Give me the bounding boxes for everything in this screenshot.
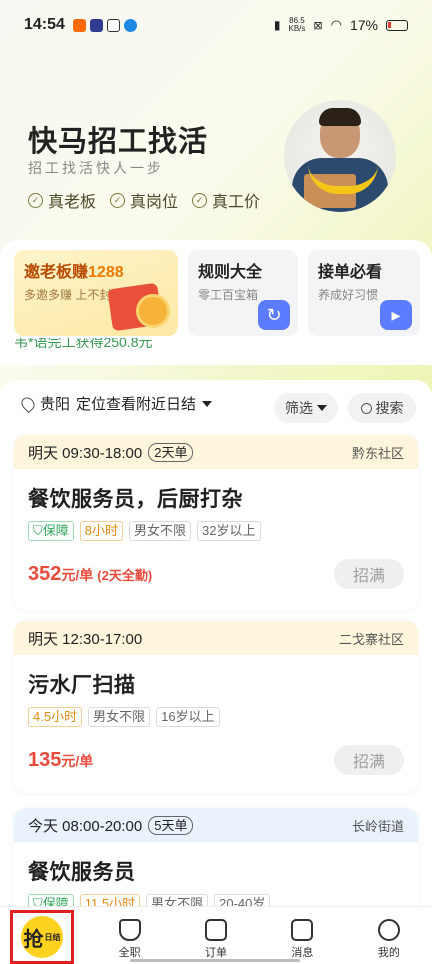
app-slogan: 招工找活快人一步: [28, 160, 164, 176]
job-footer: 135元/单 招满: [14, 745, 418, 775]
tab-mine[interactable]: 我的: [346, 907, 432, 964]
job-area: 黔东社区: [351, 445, 404, 461]
coin-icon: [136, 294, 170, 328]
search-icon: [360, 402, 372, 414]
invite-boss-card[interactable]: 邀老板赚1288 多邀多赚 上不封顶: [14, 250, 178, 336]
refresh-icon: ↻: [258, 300, 290, 330]
job-title: 餐饮服务员: [28, 861, 136, 884]
tab-grab-daily[interactable]: 抢日结: [10, 910, 74, 964]
guide-title: 接单必看: [318, 264, 383, 281]
search-button[interactable]: 搜索: [348, 393, 416, 423]
app-title: 快马招工找活: [28, 126, 209, 158]
gender-tag: 男女不限: [129, 521, 192, 541]
status-time: 14:54: [24, 16, 65, 33]
job-schedule: 明天 09:30-18:00 2天单 黔东社区: [14, 435, 418, 469]
smile-icon: [377, 919, 400, 941]
guide-card[interactable]: 接单必看 养成好习惯 ▸: [308, 250, 420, 336]
invite-title: 邀老板赚: [24, 264, 89, 281]
grab-icon: 抢日结: [21, 916, 63, 958]
earnings-ticker: 韦*语完工获得250.8元: [14, 338, 153, 350]
job-area: 二戈寨社区: [338, 631, 404, 647]
trust-tag: ✓ 真岗位: [110, 188, 178, 212]
tab-messages[interactable]: 消息: [259, 907, 345, 964]
chat-icon: [291, 919, 314, 941]
chat-notify-icon: [123, 18, 137, 32]
trust-tag: ✓ 真工价: [192, 188, 260, 212]
rules-card[interactable]: 规则大全 零工百宝箱 ↻: [188, 250, 298, 336]
gender-tag: 男女不限: [88, 707, 151, 727]
battery-icon: [386, 19, 408, 31]
days-badge: 2天单: [148, 442, 194, 462]
no-sim-icon: ⊠: [313, 19, 323, 32]
document-icon: [205, 919, 228, 941]
status-bar: 14:54 ▮ 86.5 KB/s ⊠ ◠ 17%: [0, 0, 432, 50]
worker-mascot-image: [284, 100, 396, 212]
job-area: 长岭街道: [351, 818, 404, 834]
job-tags: ⛉保障 8小时 男女不限 32岁以上: [14, 513, 418, 541]
location-hint: 定位查看附近日结: [76, 396, 197, 413]
job-price: 135元/单: [28, 748, 94, 771]
location-pin-icon: [18, 394, 38, 413]
battery-percent: 17%: [349, 17, 378, 33]
tie-icon: [118, 919, 141, 941]
app-notify-icon: [72, 18, 86, 32]
hours-tag: 8小时: [79, 521, 124, 541]
check-icon: ✓: [192, 192, 208, 208]
network-speed: 86.5 KB/s: [288, 16, 306, 33]
caret-down-icon: [317, 405, 327, 411]
job-tags: 4.5小时 男女不限 16岁以上: [14, 699, 418, 727]
trust-tags: ✓ 真老板 ✓ 真岗位 ✓ 真工价: [28, 188, 260, 212]
home-indicator[interactable]: [130, 959, 300, 962]
job-card[interactable]: 今天 08:00-20:00 5天单 长岭街道 餐饮服务员 ⛉保障 11.5小时 …: [14, 808, 418, 918]
wifi-icon: ◠: [330, 17, 342, 32]
invite-amount: 1288: [88, 264, 124, 281]
age-tag: 32岁以上: [197, 521, 261, 541]
vibrate-icon: ▮: [273, 18, 281, 32]
guarantee-tag: ⛉保障: [28, 521, 74, 541]
video-icon: ▸: [380, 300, 412, 330]
job-schedule: 今天 08:00-20:00 5天单 长岭街道: [14, 808, 418, 842]
check-icon: ✓: [28, 192, 43, 208]
rules-title: 规则大全: [198, 264, 263, 281]
trust-tag: ✓ 真老板: [28, 188, 96, 212]
job-card[interactable]: 明天 09:30-18:00 2天单 黔东社区 餐饮服务员，后厨打杂 ⛉保障 8小…: [14, 435, 418, 611]
job-title: 餐饮服务员，后厨打杂: [28, 488, 243, 511]
tab-fulltime[interactable]: 全职: [86, 907, 172, 964]
location-selector[interactable]: 贵阳 定位查看附近日结: [18, 393, 213, 414]
job-card[interactable]: 明天 12:30-17:00 二戈寨社区 污水厂扫描 4.5小时 男女不限 16…: [14, 621, 418, 793]
link-notify-icon: [106, 18, 120, 32]
caret-down-icon: [202, 400, 213, 407]
filter-button[interactable]: 筛选: [274, 393, 338, 423]
full-button[interactable]: 招满: [334, 745, 404, 775]
play-notify-icon: [89, 18, 103, 32]
job-title: 污水厂扫描: [28, 674, 136, 697]
job-price: 352元/单 (2天全勤): [28, 562, 153, 585]
notification-icons: [72, 18, 137, 32]
job-schedule: 明天 12:30-17:00 二戈寨社区: [14, 621, 418, 655]
job-footer: 352元/单 (2天全勤) 招满: [14, 559, 418, 589]
age-tag: 16岁以上: [156, 707, 220, 727]
hours-tag: 4.5小时: [28, 707, 83, 727]
city-name: 贵阳: [40, 396, 71, 413]
tab-orders[interactable]: 订单: [173, 907, 259, 964]
days-badge: 5天单: [148, 815, 194, 835]
check-icon: ✓: [110, 192, 126, 208]
full-button[interactable]: 招满: [334, 559, 404, 589]
